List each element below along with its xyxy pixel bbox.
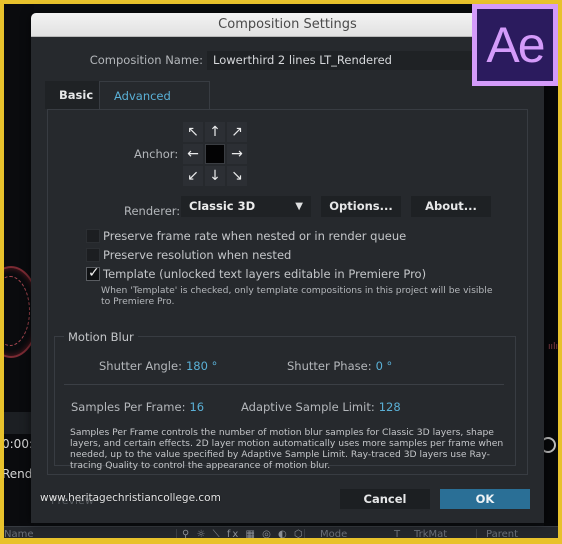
samples-per-frame-row: Samples Per Frame: 16 — [71, 400, 204, 414]
cancel-button[interactable]: Cancel — [340, 489, 430, 509]
composition-name-input[interactable] — [207, 51, 507, 70]
samples-per-frame-value[interactable]: 16 — [189, 400, 204, 414]
composition-settings-dialog: Composition Settings Composition Name: B… — [31, 13, 544, 523]
anchor-left-icon[interactable]: ← — [183, 144, 203, 164]
column-parent[interactable]: Parent — [486, 529, 518, 538]
anchor-label: Anchor: — [134, 147, 179, 161]
anchor-bottom-left-icon[interactable]: ↙ — [183, 166, 203, 186]
adaptive-sample-limit-row: Adaptive Sample Limit: 128 — [241, 400, 401, 414]
shutter-phase-label: Shutter Phase: — [287, 359, 372, 373]
renderer-value: Classic 3D — [189, 199, 256, 213]
composition-name-label: Composition Name: — [89, 53, 203, 67]
column-divider — [476, 529, 477, 538]
dialog-title: Composition Settings — [31, 13, 544, 37]
motion-blur-description: Samples Per Frame controls the number of… — [70, 427, 504, 471]
anchor-bottom-right-icon[interactable]: ↘ — [227, 166, 247, 186]
background-panel-strip — [4, 412, 34, 434]
preserve-frame-rate-checkbox[interactable] — [86, 229, 100, 243]
options-button[interactable]: Options... — [321, 196, 401, 217]
renderer-dropdown[interactable]: Classic 3D ▼ — [181, 196, 311, 217]
anchor-grid: ↖ ↑ ↗ ← → ↙ ↓ ↘ — [182, 121, 248, 187]
shutter-angle-row: Shutter Angle: 180 ° — [99, 359, 217, 373]
ok-button[interactable]: OK — [440, 489, 530, 509]
tab-advanced[interactable]: Advanced — [99, 81, 210, 110]
preserve-resolution-label[interactable]: Preserve resolution when nested — [103, 248, 291, 262]
preserve-resolution-checkbox[interactable] — [86, 248, 100, 262]
composition-name-row: Composition Name: — [31, 51, 544, 71]
motion-blur-group: Motion Blur Shutter Angle: 180 ° Shutter … — [54, 330, 516, 471]
chevron-down-icon: ▼ — [295, 201, 303, 212]
column-mode[interactable]: Mode — [320, 529, 347, 538]
adaptive-sample-limit-label: Adaptive Sample Limit: — [241, 400, 375, 414]
tab-basic[interactable]: Basic — [45, 81, 99, 109]
template-note: When 'Template' is checked, only templat… — [101, 285, 493, 307]
shutter-angle-value[interactable]: 180 ° — [186, 359, 217, 373]
anchor-center[interactable] — [205, 144, 225, 164]
shutter-angle-label: Shutter Angle: — [99, 359, 182, 373]
anchor-right-icon[interactable]: → — [227, 144, 247, 164]
motion-blur-title: Motion Blur — [64, 330, 138, 344]
renderer-label: Renderer: — [124, 204, 181, 218]
column-trkmat[interactable]: TrkMat — [414, 529, 447, 538]
shutter-phase-value[interactable]: 0 ° — [376, 359, 393, 373]
timeline-column-header: Name ⚲ ☼ ⟍ fx ▦ ◎ ◐ ⬡ Mode T TrkMat Pare… — [4, 526, 558, 538]
advanced-tab-panel: Anchor: ↖ ↑ ↗ ← → ↙ ↓ ↘ Renderer: Classi… — [47, 109, 528, 475]
column-t[interactable]: T — [394, 529, 400, 538]
anchor-top-left-icon[interactable]: ↖ — [183, 122, 203, 142]
column-divider — [176, 529, 177, 538]
column-name[interactable]: Name — [4, 529, 34, 538]
after-effects-logo-text: Ae — [477, 9, 553, 81]
motion-blur-divider — [64, 384, 504, 385]
after-effects-logo: Ae — [472, 4, 558, 86]
background-audio-meter: ıılı — [547, 342, 558, 352]
samples-per-frame-label: Samples Per Frame: — [71, 400, 186, 414]
adaptive-sample-limit-value[interactable]: 128 — [379, 400, 401, 414]
shutter-phase-row: Shutter Phase: 0 ° — [287, 359, 392, 373]
anchor-bottom-icon[interactable]: ↓ — [205, 166, 225, 186]
anchor-top-right-icon[interactable]: ↗ — [227, 122, 247, 142]
watermark-text: www.heritagechristiancollege.com — [40, 492, 221, 504]
template-checkbox[interactable]: ✓ — [86, 265, 100, 281]
checkmark-icon: ✓ — [88, 265, 100, 281]
template-label[interactable]: Template (unlocked text layers editable … — [103, 267, 426, 281]
layer-switches-icons: ⚲ ☼ ⟍ fx ▦ ◎ ◐ ⬡ — [182, 529, 305, 538]
preserve-frame-rate-label[interactable]: Preserve frame rate when nested or in re… — [103, 229, 406, 243]
anchor-top-icon[interactable]: ↑ — [205, 122, 225, 142]
column-divider — [304, 529, 305, 538]
about-button[interactable]: About... — [411, 196, 491, 217]
